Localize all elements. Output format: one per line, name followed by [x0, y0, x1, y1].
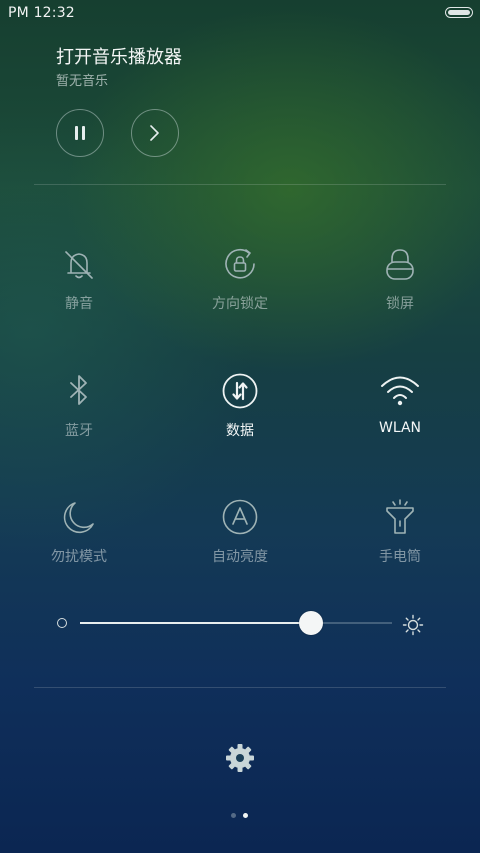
battery-icon — [445, 7, 473, 18]
music-player-subtitle: 暂无音乐 — [56, 74, 109, 89]
toggle-wlan[interactable]: WLAN — [340, 371, 460, 471]
toggle-label: 手电筒 — [379, 549, 421, 565]
page-dot-1[interactable] — [231, 813, 236, 818]
divider-bottom — [34, 687, 446, 688]
page-dot-2[interactable] — [243, 813, 248, 818]
rotation-lock-icon — [225, 248, 255, 279]
gear-icon[interactable] — [224, 742, 256, 774]
bell-off-icon — [65, 251, 93, 279]
toggle-label: 静音 — [65, 296, 93, 312]
brightness-slider-fill — [80, 622, 311, 624]
brightness-low-icon — [57, 618, 67, 628]
music-player-title[interactable]: 打开音乐播放器 — [56, 43, 182, 69]
toggle-bluetooth[interactable]: 蓝牙 — [19, 371, 139, 471]
toggle-label: 数据 — [226, 423, 254, 439]
toggle-rotation-lock[interactable]: 方向锁定 — [180, 244, 300, 344]
brightness-high-icon — [402, 614, 424, 636]
status-time: PM 12:32 — [8, 5, 75, 21]
toggle-label: 自动亮度 — [212, 549, 268, 565]
auto-brightness-icon — [222, 499, 258, 535]
play-pause-button[interactable] — [56, 109, 104, 157]
data-arrows-icon — [222, 373, 258, 409]
brightness-slider[interactable] — [80, 611, 392, 635]
toggle-label: 锁屏 — [386, 296, 414, 312]
toggle-do-not-disturb[interactable]: 勿扰模式 — [19, 497, 139, 597]
toggle-flashlight[interactable]: 手电筒 — [340, 497, 460, 597]
next-track-button[interactable] — [131, 109, 179, 157]
divider-top — [34, 184, 446, 185]
wifi-icon — [381, 376, 419, 406]
toggle-label: 蓝牙 — [65, 423, 93, 439]
pause-icon — [75, 126, 85, 140]
toggle-auto-brightness[interactable]: 自动亮度 — [180, 497, 300, 597]
toggle-mute[interactable]: 静音 — [19, 244, 139, 344]
next-icon — [150, 125, 159, 141]
moon-icon — [63, 502, 94, 534]
bluetooth-icon — [70, 375, 87, 405]
lock-icon — [386, 249, 414, 280]
toggle-label: 方向锁定 — [212, 296, 268, 312]
brightness-slider-thumb[interactable] — [299, 611, 323, 635]
flashlight-icon — [386, 499, 414, 534]
status-bar: PM 12:32 — [0, 0, 480, 28]
toggle-mobile-data[interactable]: 数据 — [180, 371, 300, 471]
toggle-label: 勿扰模式 — [51, 549, 107, 565]
toggle-label: WLAN — [378, 420, 421, 436]
toggle-lock-screen[interactable]: 锁屏 — [340, 244, 460, 344]
